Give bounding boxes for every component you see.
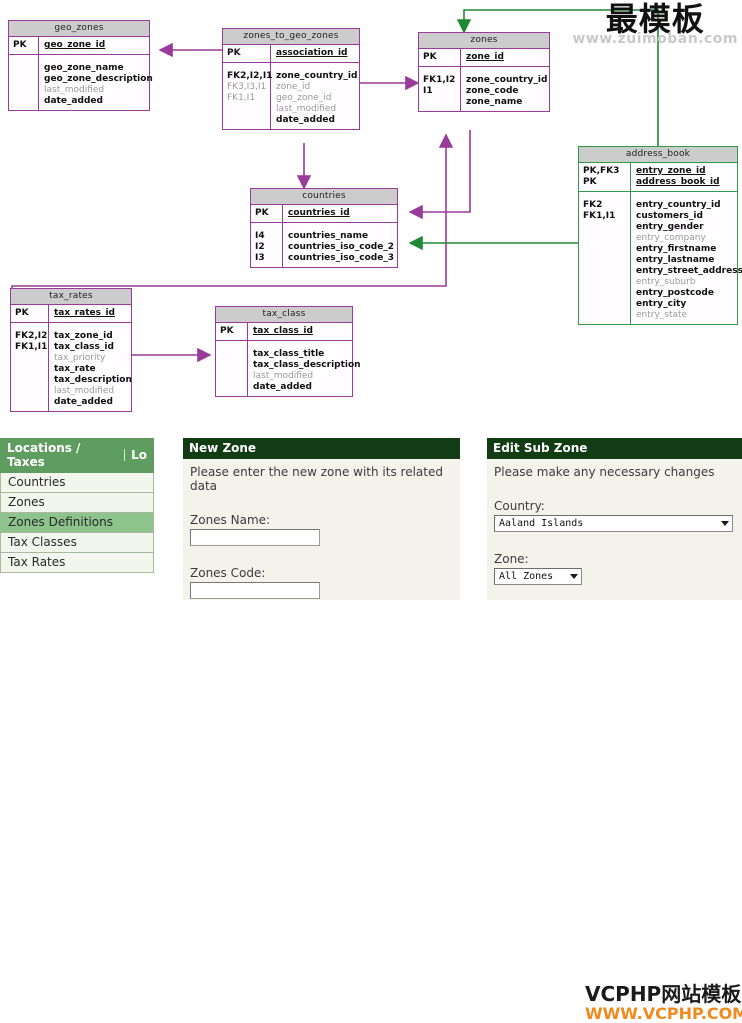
- key-flags: PK: [251, 205, 283, 222]
- table-key-section: PK tax_rates_id: [11, 305, 131, 323]
- table-title: countries: [251, 189, 397, 205]
- table-title: tax_rates: [11, 289, 131, 305]
- zone-select-value: All Zones: [499, 571, 554, 582]
- er-diagram: geo_zones PK geo_zone_id geo_zone_name g…: [0, 0, 742, 435]
- sidebar-header: Locations / Taxes Lo: [0, 438, 154, 473]
- attr-fields: geo_zone_name geo_zone_description last_…: [44, 63, 153, 106]
- attr-flags: [216, 341, 248, 396]
- table-title: zones: [419, 33, 549, 49]
- attr-flags: I4 I2 I3: [251, 223, 283, 267]
- zone-label: Zone:: [494, 552, 529, 566]
- table-attr-section: FK2,I2,I1 FK3,I3,I1 FK1,I1 zone_country_…: [223, 63, 359, 129]
- chevron-down-icon: [721, 521, 729, 526]
- table-attr-section: FK2 FK1,I1 entry_country_id customers_id…: [579, 192, 742, 324]
- key-flags: PK,FK3 PK: [579, 163, 631, 191]
- admin-ui-strip: Locations / Taxes Lo Countries Zones Zon…: [0, 438, 742, 1023]
- attr-flags: FK2,I2,I1 FK3,I3,I1 FK1,I1: [223, 63, 272, 129]
- key-flags: PK: [216, 323, 248, 340]
- sidebar-item-zones-definitions[interactable]: Zones Definitions: [0, 513, 154, 533]
- table-key-section: PK countries_id: [251, 205, 397, 223]
- country-label: Country:: [494, 499, 545, 513]
- new-zone-title: New Zone: [183, 438, 460, 459]
- zones-name-input[interactable]: [190, 529, 320, 546]
- attr-flags: FK2 FK1,I1: [579, 192, 631, 324]
- table-key-section: PK zone_id: [419, 49, 549, 67]
- table-tax-rates: tax_rates PK tax_rates_id FK2,I2 FK1,I1 …: [10, 288, 132, 412]
- table-attr-section: I4 I2 I3 countries_name countries_iso_co…: [251, 223, 397, 267]
- table-geo-zones: geo_zones PK geo_zone_id geo_zone_name g…: [8, 20, 153, 111]
- key-fields: tax_class_id: [253, 326, 313, 336]
- key-fields: tax_rates_id: [54, 308, 115, 318]
- attr-flags: [9, 55, 39, 110]
- table-title: geo_zones: [9, 21, 149, 37]
- table-key-section: PK,FK3 PK entry_zone_id address_book_id: [579, 163, 737, 192]
- table-key-section: PK geo_zone_id: [9, 37, 149, 55]
- chevron-down-icon: [570, 574, 578, 579]
- table-countries: countries PK countries_id I4 I2 I3 count…: [250, 188, 398, 268]
- sidebar-item-countries[interactable]: Countries: [0, 473, 154, 493]
- edit-sub-zone-instruction: Please make any necessary changes: [494, 465, 715, 479]
- table-attr-section: tax_class_title tax_class_description la…: [216, 341, 361, 396]
- table-attr-section: FK1,I2 I1 zone_country_id zone_code zone…: [419, 67, 549, 111]
- watermark-bottom: VCPHP网站模板 WWW.VCPHP.COM: [585, 983, 742, 1023]
- table-zones-to-geo-zones: zones_to_geo_zones PK association_id FK2…: [222, 28, 360, 130]
- table-tax-class: tax_class PK tax_class_id tax_class_titl…: [215, 306, 361, 397]
- edit-sub-zone-panel: Edit Sub Zone Please make any necessary …: [487, 438, 742, 600]
- sidebar-header-divider: [124, 449, 126, 461]
- table-address-book: address_book PK,FK3 PK entry_zone_id add…: [578, 146, 742, 325]
- table-attr-section: geo_zone_name geo_zone_description last_…: [9, 55, 153, 110]
- sidebar-header-cut-label: Lo: [131, 448, 147, 462]
- table-attr-section: FK2,I2 FK1,I1 tax_zone_id tax_class_id t…: [11, 323, 132, 411]
- watermark-bottom-text: VCPHP网站模板: [585, 982, 742, 1006]
- country-select[interactable]: Aaland Islands: [494, 515, 733, 532]
- edit-sub-zone-title: Edit Sub Zone: [487, 438, 742, 459]
- key-fields: entry_zone_id address_book_id: [636, 166, 720, 187]
- table-key-section: PK tax_class_id: [216, 323, 352, 341]
- attr-fields: zone_country_id zone_code zone_name: [466, 75, 548, 107]
- attr-flags: FK1,I2 I1: [419, 67, 461, 111]
- key-flags: PK: [9, 37, 39, 54]
- key-flags: PK: [223, 45, 271, 62]
- zones-code-label: Zones Code:: [190, 566, 266, 580]
- zones-code-input[interactable]: [190, 582, 320, 599]
- country-select-value: Aaland Islands: [499, 518, 584, 529]
- attr-fields: countries_name countries_iso_code_2 coun…: [288, 231, 395, 263]
- zone-select[interactable]: All Zones: [494, 568, 582, 585]
- attr-flags: FK2,I2 FK1,I1: [11, 323, 49, 411]
- attr-fields: entry_country_id customers_id entry_gend…: [636, 200, 742, 320]
- key-fields: association_id: [276, 48, 348, 58]
- sidebar-item-tax-classes[interactable]: Tax Classes: [0, 533, 154, 553]
- sidebar-item-zones[interactable]: Zones: [0, 493, 154, 513]
- new-zone-body: Please enter the new zone with its relat…: [183, 459, 460, 599]
- new-zone-panel: New Zone Please enter the new zone with …: [183, 438, 460, 600]
- table-zones: zones PK zone_id FK1,I2 I1 zone_country_…: [418, 32, 550, 112]
- table-key-section: PK association_id: [223, 45, 359, 63]
- table-title: zones_to_geo_zones: [223, 29, 359, 45]
- watermark-bottom-url: WWW.VCPHP.COM: [585, 1004, 742, 1023]
- zones-name-label: Zones Name:: [190, 513, 271, 527]
- sidebar-item-tax-rates[interactable]: Tax Rates: [0, 553, 154, 573]
- attr-fields: zone_country_id zone_id geo_zone_id last…: [276, 71, 358, 125]
- key-fields: geo_zone_id: [44, 40, 106, 50]
- key-flags: PK: [419, 49, 461, 66]
- new-zone-instruction: Please enter the new zone with its relat…: [190, 465, 443, 493]
- key-flags: PK: [11, 305, 49, 322]
- locations-taxes-sidebar: Locations / Taxes Lo Countries Zones Zon…: [0, 438, 154, 573]
- key-fields: countries_id: [288, 208, 350, 218]
- attr-fields: tax_class_title tax_class_description la…: [253, 349, 361, 392]
- table-title: tax_class: [216, 307, 352, 323]
- table-title: address_book: [579, 147, 737, 163]
- key-fields: zone_id: [466, 52, 504, 62]
- edit-sub-zone-body: Please make any necessary changes Countr…: [487, 459, 742, 585]
- sidebar-header-label: Locations / Taxes: [7, 441, 81, 469]
- attr-fields: tax_zone_id tax_class_id tax_priority ta…: [54, 331, 132, 407]
